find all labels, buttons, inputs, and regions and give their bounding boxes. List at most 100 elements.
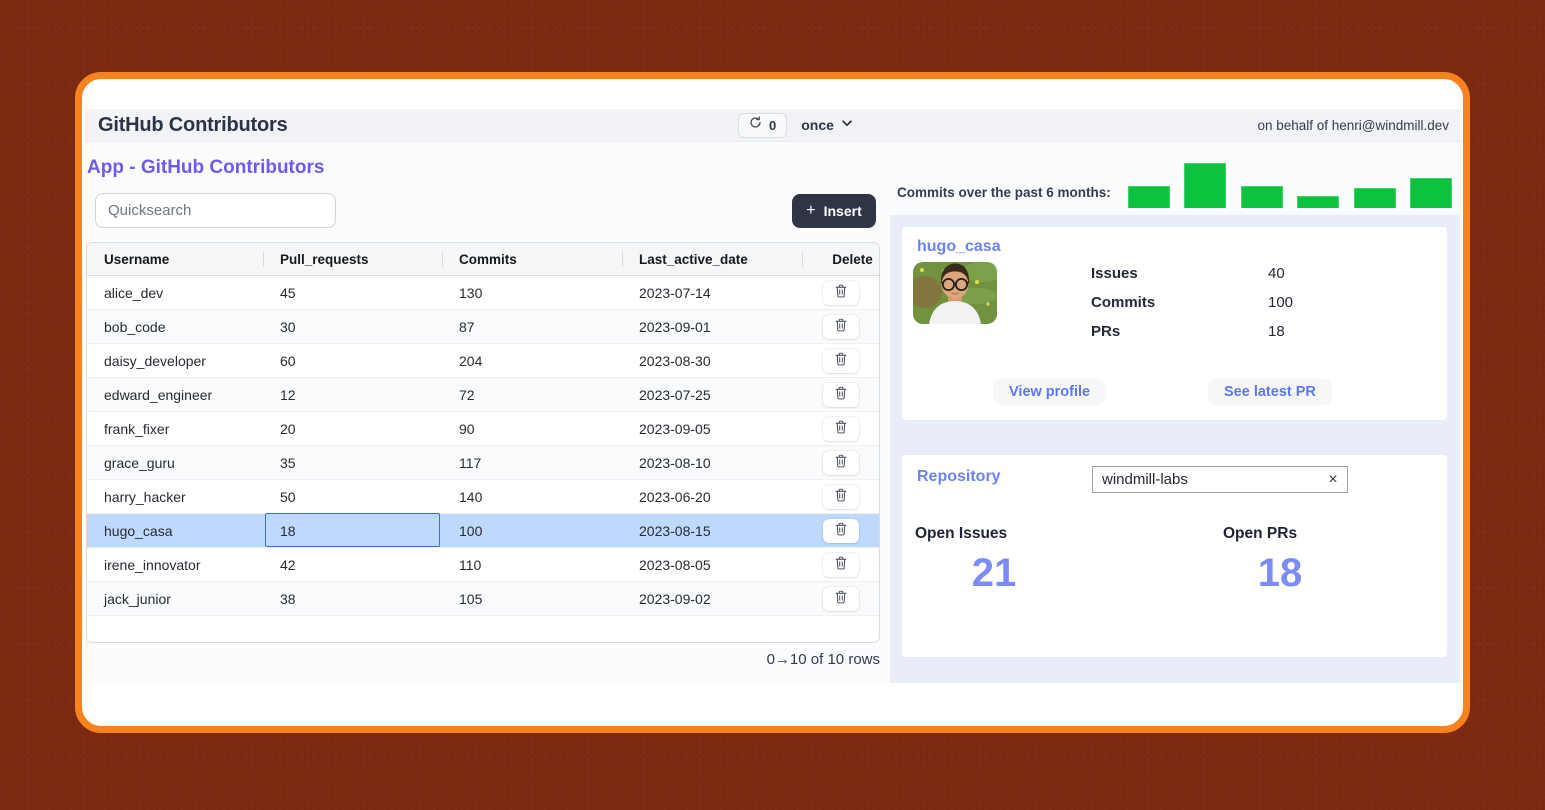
refresh-count: 0	[769, 118, 776, 133]
cell-commits[interactable]: 105	[442, 582, 622, 615]
table-row[interactable]: hugo_casa 18 100 2023-08-15	[87, 514, 879, 548]
on-behalf-of-label: on behalf of henri@windmill.dev	[1257, 118, 1449, 133]
cell-pull-requests[interactable]: 50	[263, 480, 442, 513]
stat-value-prs: 18	[1268, 323, 1285, 340]
commit-bar	[1410, 178, 1452, 208]
cell-pull-requests[interactable]: 12	[263, 378, 442, 411]
delete-row-button[interactable]	[823, 383, 859, 407]
cell-username[interactable]: alice_dev	[87, 276, 263, 309]
repository-card: Repository × Open Issues 21 Open PRs 18	[902, 455, 1447, 657]
cell-last-active[interactable]: 2023-08-10	[622, 446, 802, 479]
avatar	[913, 262, 997, 324]
plus-icon: +	[806, 203, 815, 219]
table-row[interactable]: jack_junior 38 105 2023-09-02	[87, 582, 879, 616]
insert-button[interactable]: + Insert	[792, 194, 876, 228]
clear-input-icon[interactable]: ×	[1323, 468, 1343, 491]
see-latest-pr-button[interactable]: See latest PR	[1208, 379, 1332, 405]
cell-commits[interactable]: 87	[442, 310, 622, 343]
table-row[interactable]: irene_innovator 42 110 2023-08-05	[87, 548, 879, 582]
cell-pull-requests[interactable]: 38	[263, 582, 442, 615]
delete-row-button[interactable]	[823, 281, 859, 305]
profile-card: hugo_casa	[902, 227, 1447, 420]
cell-username[interactable]: bob_code	[87, 310, 263, 343]
cell-last-active[interactable]: 2023-09-01	[622, 310, 802, 343]
delete-row-button[interactable]	[823, 587, 859, 611]
cell-pull-requests[interactable]: 45	[263, 276, 442, 309]
cell-pull-requests[interactable]: 35	[263, 446, 442, 479]
repository-input[interactable]	[1093, 467, 1347, 492]
cell-commits[interactable]: 117	[442, 446, 622, 479]
search-input[interactable]	[95, 193, 336, 228]
cell-commits[interactable]: 204	[442, 344, 622, 377]
commits-bar-chart	[1128, 162, 1452, 208]
column-header-commits[interactable]: Commits	[442, 252, 622, 267]
cell-pull-requests[interactable]: 20	[263, 412, 442, 445]
cell-commits[interactable]: 100	[442, 514, 622, 547]
delete-row-button[interactable]	[823, 485, 859, 509]
cell-last-active[interactable]: 2023-06-20	[622, 480, 802, 513]
rows-count-label: 0→10 of 10 rows	[86, 651, 880, 668]
trash-icon	[835, 284, 847, 301]
cell-pull-requests[interactable]: 60	[263, 344, 442, 377]
cell-pull-requests[interactable]: 30	[263, 310, 442, 343]
stat-label-issues: Issues	[1091, 265, 1138, 282]
table-row[interactable]: grace_guru 35 117 2023-08-10	[87, 446, 879, 480]
cell-last-active[interactable]: 2023-09-05	[622, 412, 802, 445]
delete-row-button[interactable]	[823, 349, 859, 373]
delete-row-button[interactable]	[823, 315, 859, 339]
commit-bar	[1184, 163, 1226, 208]
cell-last-active[interactable]: 2023-08-15	[622, 514, 802, 547]
metric-label-open-issues: Open Issues	[915, 525, 1007, 543]
cell-commits[interactable]: 90	[442, 412, 622, 445]
cell-username[interactable]: frank_fixer	[87, 412, 263, 445]
delete-row-button[interactable]	[823, 553, 859, 577]
commit-bar	[1354, 188, 1396, 208]
trash-icon	[835, 454, 847, 471]
column-header-pull-requests[interactable]: Pull_requests	[263, 252, 442, 267]
cell-delete	[802, 514, 879, 547]
table-body: alice_dev 45 130 2023-07-14 bob_code 30 …	[87, 276, 879, 616]
delete-row-button[interactable]	[823, 417, 859, 441]
table-row[interactable]: daisy_developer 60 204 2023-08-30	[87, 344, 879, 378]
table-row[interactable]: frank_fixer 20 90 2023-09-05	[87, 412, 879, 446]
cell-commits[interactable]: 130	[442, 276, 622, 309]
cell-last-active[interactable]: 2023-09-02	[622, 582, 802, 615]
table-row[interactable]: bob_code 30 87 2023-09-01	[87, 310, 879, 344]
refresh-button[interactable]: 0	[738, 113, 787, 138]
delete-row-button[interactable]	[823, 519, 859, 543]
schedule-dropdown[interactable]: once	[801, 116, 854, 135]
cell-username[interactable]: hugo_casa	[87, 514, 263, 547]
repository-title: Repository	[917, 468, 1001, 486]
view-profile-button[interactable]: View profile	[993, 379, 1106, 405]
column-header-last-active-date[interactable]: Last_active_date	[622, 252, 802, 267]
stat-label-commits: Commits	[1091, 294, 1155, 311]
window-title: GitHub Contributors	[98, 114, 288, 137]
cell-delete	[802, 344, 879, 377]
cell-last-active[interactable]: 2023-08-30	[622, 344, 802, 377]
app-canvas: App - GitHub Contributors + Insert Usern…	[85, 142, 1460, 683]
cell-pull-requests[interactable]: 18	[263, 514, 442, 547]
table-row[interactable]: harry_hacker 50 140 2023-06-20	[87, 480, 879, 514]
cell-last-active[interactable]: 2023-08-05	[622, 548, 802, 581]
table-row[interactable]: edward_engineer 12 72 2023-07-25	[87, 378, 879, 412]
delete-row-button[interactable]	[823, 451, 859, 475]
cell-commits[interactable]: 110	[442, 548, 622, 581]
cell-delete	[802, 276, 879, 309]
cell-pull-requests[interactable]: 42	[263, 548, 442, 581]
metric-label-open-prs: Open PRs	[1223, 525, 1297, 543]
cell-username[interactable]: grace_guru	[87, 446, 263, 479]
cell-last-active[interactable]: 2023-07-25	[622, 378, 802, 411]
cell-commits[interactable]: 140	[442, 480, 622, 513]
cell-username[interactable]: jack_junior	[87, 582, 263, 615]
stat-value-commits: 100	[1268, 294, 1293, 311]
cell-username[interactable]: harry_hacker	[87, 480, 263, 513]
table-row[interactable]: alice_dev 45 130 2023-07-14	[87, 276, 879, 310]
cell-delete	[802, 412, 879, 445]
cell-last-active[interactable]: 2023-07-14	[622, 276, 802, 309]
column-header-username[interactable]: Username	[87, 252, 263, 267]
profile-username-link[interactable]: hugo_casa	[917, 238, 1001, 256]
cell-commits[interactable]: 72	[442, 378, 622, 411]
cell-username[interactable]: irene_innovator	[87, 548, 263, 581]
cell-username[interactable]: edward_engineer	[87, 378, 263, 411]
cell-username[interactable]: daisy_developer	[87, 344, 263, 377]
